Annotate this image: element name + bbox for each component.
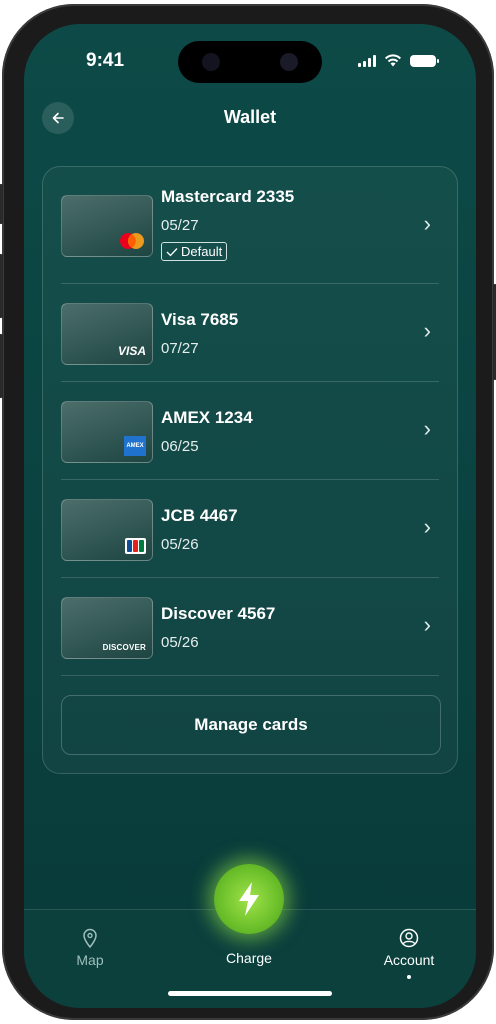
checkmark-icon xyxy=(166,247,178,256)
card-name: AMEX 1234 xyxy=(161,408,253,427)
card-thumbnail xyxy=(61,195,153,257)
card-expiry: 07/27 xyxy=(161,340,199,357)
chevron-right-icon: › xyxy=(423,514,431,539)
status-time: 9:41 xyxy=(86,50,125,71)
card-row-mastercard[interactable]: Mastercard 2335 05/27 Default › xyxy=(61,167,439,284)
card-thumbnail xyxy=(61,499,153,561)
system-icons xyxy=(358,54,439,67)
card-name: Visa 7685 xyxy=(161,310,239,329)
row-divider xyxy=(61,675,439,676)
jcb-logo-icon xyxy=(125,538,146,554)
map-pin-icon xyxy=(83,928,97,948)
screen: 9:41 Wallet Mastercard 2335 05/27 Defaul… xyxy=(24,24,476,1008)
discover-logo-icon: DISCOVER xyxy=(102,643,146,652)
mute-switch xyxy=(0,184,3,224)
chevron-right-icon: › xyxy=(423,416,431,441)
card-thumbnail: VISA xyxy=(61,303,153,365)
visa-logo-icon: VISA xyxy=(117,344,146,358)
card-name: Mastercard 2335 xyxy=(161,187,295,206)
tab-map-label: Map xyxy=(76,952,104,968)
account-icon xyxy=(399,928,419,948)
card-expiry: 05/26 xyxy=(161,634,199,651)
chevron-right-icon: › xyxy=(423,211,431,236)
volume-up-button xyxy=(0,254,3,318)
cellular-signal-icon xyxy=(358,54,376,67)
card-expiry: 05/27 xyxy=(161,217,199,234)
card-thumbnail: DISCOVER xyxy=(61,597,153,659)
volume-down-button xyxy=(0,334,3,398)
active-tab-indicator xyxy=(407,975,411,979)
card-expiry: 06/25 xyxy=(161,438,199,455)
phone-frame: 9:41 Wallet Mastercard 2335 05/27 Defaul… xyxy=(0,4,496,1020)
card-name: Discover 4567 xyxy=(161,604,276,623)
card-expiry: 05/26 xyxy=(161,536,199,553)
page-title: Wallet xyxy=(223,107,277,127)
camera-icon xyxy=(280,53,298,71)
card-row-amex[interactable]: AMEX AMEX 1234 06/25 › xyxy=(61,382,439,480)
mastercard-logo-icon xyxy=(120,233,144,249)
lightning-bolt-icon xyxy=(239,882,259,916)
card-row-jcb[interactable]: JCB 4467 05/26 › xyxy=(61,480,439,578)
card-name: JCB 4467 xyxy=(161,506,238,525)
card-row-visa[interactable]: VISA Visa 7685 07/27 › xyxy=(61,284,439,382)
charge-button[interactable] xyxy=(214,864,284,934)
home-indicator[interactable] xyxy=(168,991,332,996)
default-badge-label: Default xyxy=(181,244,223,259)
dynamic-island xyxy=(178,41,322,83)
card-thumbnail: AMEX xyxy=(61,401,153,463)
tab-charge[interactable]: Charge xyxy=(204,950,294,966)
chevron-right-icon: › xyxy=(423,318,431,343)
default-badge: Default xyxy=(161,242,228,261)
status-bar: 9:41 xyxy=(24,24,476,84)
sensor-icon xyxy=(202,53,220,71)
manage-cards-button[interactable]: Manage cards xyxy=(61,695,441,755)
tab-account[interactable]: Account xyxy=(364,928,454,979)
tab-account-label: Account xyxy=(383,952,435,968)
card-row-discover[interactable]: DISCOVER Discover 4567 05/26 › xyxy=(61,578,439,676)
tab-charge-label: Charge xyxy=(226,950,272,966)
battery-icon xyxy=(410,54,439,67)
chevron-right-icon: › xyxy=(423,612,431,637)
wifi-icon xyxy=(385,54,401,67)
cards-panel: Mastercard 2335 05/27 Default › VISA Vis… xyxy=(42,166,458,774)
amex-logo-icon: AMEX xyxy=(124,436,146,456)
tab-map[interactable]: Map xyxy=(45,928,135,968)
